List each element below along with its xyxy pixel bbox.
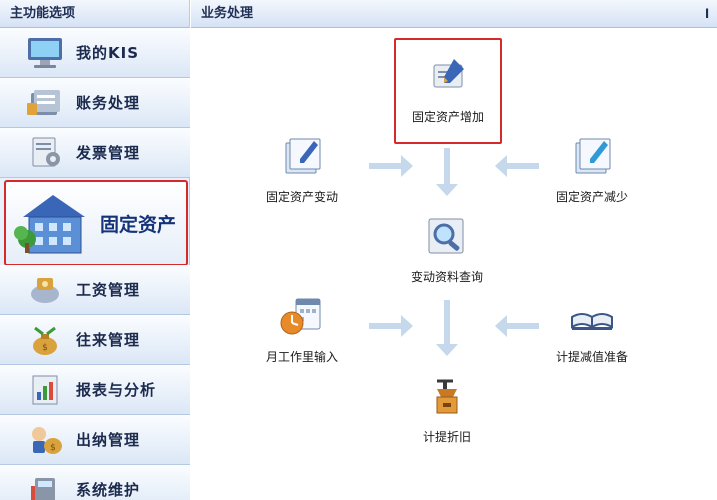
sidebar-item-label: 发票管理	[76, 144, 141, 162]
reduce-document-icon	[565, 132, 619, 180]
node-asset-change[interactable]: 固定资产变动	[247, 132, 357, 205]
sidebar-item-fixed-assets[interactable]: 固定资产	[4, 180, 188, 266]
node-change-query[interactable]: 变动资料查询	[392, 212, 502, 285]
node-label: 固定资产变动	[265, 190, 338, 204]
sidebar-item-cashier[interactable]: $ 出纳管理	[0, 415, 190, 465]
calendar-clock-icon	[275, 292, 329, 340]
sidebar-item-label: 出纳管理	[76, 431, 141, 449]
business-panel: 业务处理 l 固定资产增加 固定资产变动 固定资产减少 变动资料查询 月工作里输…	[191, 0, 717, 500]
header-corner-text: l	[705, 7, 710, 21]
sidebar-item-label: 账务处理	[76, 94, 141, 112]
sidebar-item-system[interactable]: 系统维护	[0, 465, 190, 500]
cashier-money-icon: $	[22, 420, 68, 460]
node-asset-add[interactable]: 固定资产增加	[393, 52, 503, 125]
sidebar-item-receivables[interactable]: $ 往来管理	[0, 315, 190, 365]
money-bag-icon: $	[22, 320, 68, 360]
node-label: 计提折旧	[422, 430, 471, 444]
sidebar: 主功能选项 我的KIS 账务处理 发票管理 固定资产 工资管理 $ 往来管理 报…	[0, 0, 190, 500]
sidebar-item-label: 报表与分析	[76, 381, 157, 399]
monitor-icon	[22, 33, 68, 73]
invoice-gear-icon	[22, 133, 68, 173]
node-label: 月工作里输入	[265, 350, 338, 364]
panel-header: 业务处理 l	[191, 0, 717, 28]
svg-text:$: $	[50, 443, 56, 453]
grinder-icon	[420, 372, 474, 420]
panel-title: 业务处理	[201, 6, 254, 21]
node-label: 固定资产增加	[411, 110, 484, 124]
node-label: 计提减值准备	[555, 350, 628, 364]
sidebar-item-my-kis[interactable]: 我的KIS	[0, 28, 190, 78]
magnifier-icon	[420, 212, 474, 260]
sidebar-item-label: 我的KIS	[76, 44, 140, 62]
payroll-icon	[22, 270, 68, 310]
system-tools-icon	[22, 470, 68, 500]
sidebar-item-label: 往来管理	[76, 331, 141, 349]
node-label: 变动资料查询	[410, 270, 483, 284]
sidebar-item-label: 工资管理	[76, 281, 141, 299]
node-asset-reduce[interactable]: 固定资产减少	[537, 132, 647, 205]
sidebar-item-label: 固定资产	[100, 213, 177, 236]
sidebar-header: 主功能选项	[0, 0, 189, 28]
sidebar-item-invoice[interactable]: 发票管理	[0, 128, 190, 178]
svg-text:$: $	[42, 343, 48, 353]
pen-document-icon	[421, 52, 475, 100]
change-document-icon	[275, 132, 329, 180]
node-impairment[interactable]: 计提减值准备	[537, 292, 647, 365]
sidebar-item-reports[interactable]: 报表与分析	[0, 365, 190, 415]
node-workload-input[interactable]: 月工作里输入	[247, 292, 357, 365]
building-tree-icon	[12, 188, 94, 258]
open-book-icon	[565, 292, 619, 340]
sidebar-item-label: 系统维护	[76, 481, 141, 499]
ledger-icon	[22, 83, 68, 123]
report-chart-icon	[22, 370, 68, 410]
node-depreciation[interactable]: 计提折旧	[392, 372, 502, 445]
sidebar-item-accounting[interactable]: 账务处理	[0, 78, 190, 128]
node-label: 固定资产减少	[555, 190, 628, 204]
sidebar-item-payroll[interactable]: 工资管理	[0, 265, 190, 315]
